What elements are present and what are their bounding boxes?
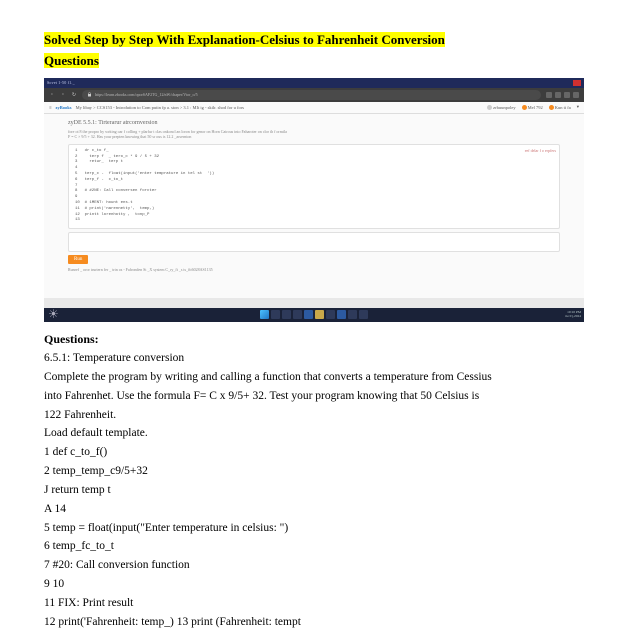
- questions-heading: Questions:: [44, 330, 600, 349]
- addr-ext-icon[interactable]: [546, 92, 552, 98]
- chevron-down-icon[interactable]: ▾: [577, 104, 579, 110]
- folder-icon[interactable]: [315, 310, 324, 319]
- question-line: 9 10: [44, 576, 600, 594]
- edge-icon[interactable]: [304, 310, 313, 319]
- page-title-line1: Solved Step by Step With Explanation-Cel…: [44, 32, 445, 47]
- questions-section: Questions: 6.5.1: Temperature conversion…: [44, 330, 600, 632]
- window-titlebar: Sovet 1-50 f1._: [44, 78, 584, 88]
- bk-item[interactable]: zrbuunpoley: [487, 105, 516, 110]
- taskbar: ☀ 10:10 PMtte 0},2024: [44, 308, 584, 322]
- bk-item[interactable]: Kun ti fa: [549, 105, 571, 110]
- question-line: 7 #20: Call conversion function: [44, 557, 600, 575]
- embedded-screenshot: Sovet 1-50 f1._ ‹ › ↻ https://learn.zboo…: [44, 78, 584, 322]
- addr-ext-icon[interactable]: [564, 92, 570, 98]
- weather-icon[interactable]: ☀: [48, 307, 59, 321]
- app-icon[interactable]: [359, 310, 368, 319]
- search-icon[interactable]: [271, 310, 280, 319]
- addr-ext-icon[interactable]: [555, 92, 561, 98]
- close-icon[interactable]: [573, 80, 581, 86]
- minimize-icon[interactable]: [553, 80, 561, 86]
- brand: zyBooks: [56, 105, 72, 110]
- problem-desc: fore ot 8 the propro by writing oar f co…: [68, 129, 468, 140]
- run-button[interactable]: Run: [68, 255, 88, 264]
- breadcrumb-bar: ≡ zyBooks My libay > CCS153 - Introdutio…: [44, 102, 584, 114]
- explorer-icon[interactable]: [293, 310, 302, 319]
- question-line: 6 temp_fc_to_t: [44, 538, 600, 556]
- problem-title: zyDE 5.5.1: Tirterarur atrcornversion: [68, 120, 560, 126]
- maximize-icon[interactable]: [563, 80, 571, 86]
- code-editor[interactable]: eef delar f o erpfers 1 dr c_to f_ 2 ter…: [68, 144, 560, 229]
- load-template-button[interactable]: eef delar f o erpfers: [525, 148, 556, 153]
- question-line: 11 FIX: Print result: [44, 595, 600, 613]
- question-line: into Fahrenhet. Use the formula F= C x 9…: [44, 388, 600, 406]
- windows-icon[interactable]: [260, 310, 269, 319]
- address-bar: ‹ › ↻ https://learn.zbooks.com/oporSAF2T…: [44, 88, 584, 102]
- question-line: 122 Fahrenheit.: [44, 407, 600, 425]
- forward-icon[interactable]: ›: [60, 92, 66, 98]
- question-line: A 14: [44, 501, 600, 519]
- back-icon[interactable]: ‹: [49, 92, 55, 98]
- feedback-box: [68, 232, 560, 252]
- question-line: 6.5.1: Temperature conversion: [44, 350, 600, 368]
- question-line: 12 print('Fahrenheit: temp_) 13 print (F…: [44, 614, 600, 632]
- question-line: Complete the program by writing and call…: [44, 369, 600, 387]
- reload-icon[interactable]: ↻: [71, 92, 77, 98]
- breadcrumb: My libay > CCS153 - Introdution to Com p…: [76, 105, 244, 110]
- url-text: https://learn.zbooks.com/oporSAF2TG_12/n…: [95, 92, 198, 97]
- word-icon[interactable]: [337, 310, 346, 319]
- url-field[interactable]: https://learn.zbooks.com/oporSAF2TG_12/n…: [82, 90, 541, 100]
- bk-item[interactable]: Mel 792: [522, 105, 543, 110]
- taskview-icon[interactable]: [282, 310, 291, 319]
- content-area: zyDE 5.5.1: Tirterarur atrcornversion fo…: [44, 114, 584, 298]
- question-line: 2 temp_temp_c9/5+32: [44, 463, 600, 481]
- addr-menu-icon[interactable]: [573, 92, 579, 98]
- question-line: Load default template.: [44, 425, 600, 443]
- code-line: 13: [75, 218, 553, 224]
- output-text: Runref _ oror trurtern fer _ trtn os - F…: [68, 267, 560, 272]
- clock[interactable]: 10:10 PMtte 0},2024: [565, 311, 581, 319]
- question-line: 1 def c_to_f(): [44, 444, 600, 462]
- menu-icon[interactable]: ≡: [49, 105, 52, 110]
- app-icon[interactable]: [326, 310, 335, 319]
- lock-icon: [87, 92, 92, 97]
- window-tab: Sovet 1-50 f1._: [47, 80, 75, 85]
- question-line: 5 temp = float(input("Enter temperature …: [44, 520, 600, 538]
- app-icon[interactable]: [348, 310, 357, 319]
- page-title-line2: Questions: [44, 53, 99, 68]
- question-line: J return temp t: [44, 482, 600, 500]
